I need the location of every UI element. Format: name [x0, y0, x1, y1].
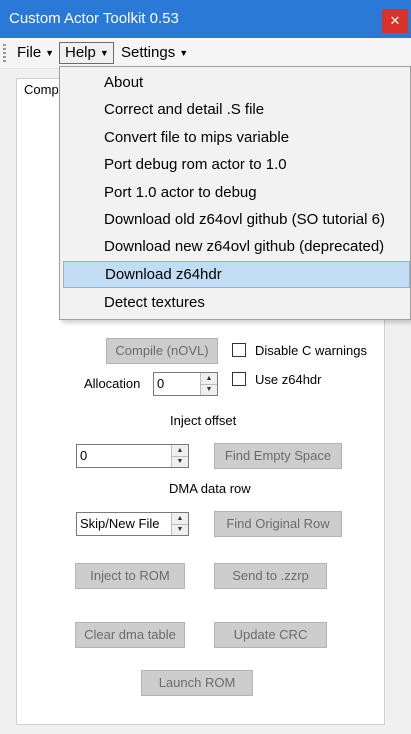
- arrow-down-icon[interactable]: ▼: [172, 456, 188, 467]
- arrow-down-icon[interactable]: ▼: [172, 524, 188, 535]
- use-z64hdr-label: Use z64hdr: [255, 372, 322, 387]
- chevron-down-icon: ▼: [179, 48, 189, 59]
- close-button[interactable]: ✕: [382, 9, 408, 33]
- menu-item-download-z64hdr[interactable]: Download z64hdr: [63, 261, 410, 288]
- menu-item-port-debug-to-1-0[interactable]: Port debug rom actor to 1.0: [63, 151, 410, 178]
- clear-dma-table-button[interactable]: Clear dma table: [75, 622, 185, 648]
- inject-to-rom-button[interactable]: Inject to ROM: [75, 563, 185, 589]
- update-crc-button[interactable]: Update CRC: [214, 622, 327, 648]
- menu-item-correct-s-file[interactable]: Correct and detail .S file: [63, 96, 410, 123]
- send-to-zzrp-button[interactable]: Send to .zzrp: [214, 563, 327, 589]
- window-title: Custom Actor Toolkit 0.53: [9, 10, 179, 27]
- menu-item-port-1-0-to-debug[interactable]: Port 1.0 actor to debug: [63, 179, 410, 206]
- chevron-down-icon: ▼: [45, 48, 55, 59]
- panel-tab-label: Compi: [24, 82, 62, 97]
- launch-rom-button[interactable]: Launch ROM: [141, 670, 253, 696]
- allocation-label: Allocation: [84, 376, 141, 391]
- menu-settings[interactable]: Settings ▼: [116, 42, 193, 64]
- menu-file[interactable]: File ▼: [12, 42, 59, 64]
- inject-offset-input[interactable]: 0 ▲ ▼: [76, 444, 189, 468]
- menu-settings-label: Settings: [121, 44, 176, 61]
- menu-item-detect-textures[interactable]: Detect textures: [63, 289, 410, 316]
- menu-help[interactable]: Help ▼: [59, 42, 114, 64]
- menu-item-download-old-z64ovl[interactable]: Download old z64ovl github (SO tutorial …: [63, 206, 410, 233]
- disable-c-warnings-label: Disable C warnings: [255, 343, 367, 358]
- find-original-row-button[interactable]: Find Original Row: [214, 511, 342, 537]
- help-dropdown-menu: About Correct and detail .S file Convert…: [59, 66, 411, 320]
- disable-c-warnings-checkbox[interactable]: [232, 343, 246, 357]
- menu-item-about[interactable]: About: [63, 69, 410, 96]
- compile-button[interactable]: Compile (nOVL): [106, 338, 218, 364]
- dma-row-stepper[interactable]: ▲ ▼: [171, 513, 188, 535]
- menu-file-label: File: [17, 44, 42, 61]
- inject-offset-label: Inject offset: [170, 413, 237, 428]
- menu-help-label: Help: [65, 44, 96, 61]
- allocation-value: 0: [157, 376, 165, 391]
- use-z64hdr-checkbox[interactable]: [232, 372, 246, 386]
- menu-item-convert-mips[interactable]: Convert file to mips variable: [63, 124, 410, 151]
- arrow-down-icon[interactable]: ▼: [201, 384, 217, 395]
- dma-row-input[interactable]: Skip/New File ▲ ▼: [76, 512, 189, 536]
- inject-offset-value: 0: [80, 448, 88, 463]
- dma-row-value: Skip/New File: [80, 516, 160, 531]
- menu-bar: File ▼ Help ▼ Settings ▼: [0, 38, 411, 69]
- chevron-down-icon: ▼: [99, 48, 109, 59]
- title-bar: Custom Actor Toolkit 0.53 ✕: [0, 0, 411, 38]
- inject-offset-stepper[interactable]: ▲ ▼: [171, 445, 188, 467]
- menu-item-download-new-z64ovl[interactable]: Download new z64ovl github (deprecated): [63, 233, 410, 260]
- menu-grip-icon[interactable]: [3, 44, 6, 62]
- find-empty-space-button[interactable]: Find Empty Space: [214, 443, 342, 469]
- allocation-input[interactable]: 0 ▲ ▼: [153, 372, 218, 396]
- dma-data-row-label: DMA data row: [169, 481, 251, 496]
- allocation-stepper[interactable]: ▲ ▼: [200, 373, 217, 395]
